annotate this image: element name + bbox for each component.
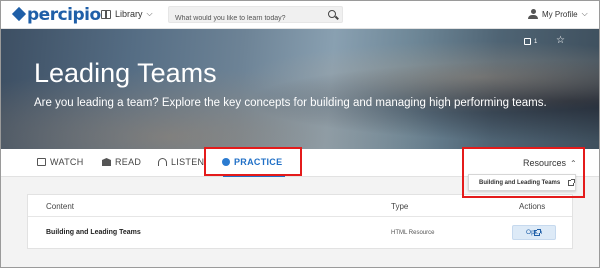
tab-label: LISTEN xyxy=(171,157,205,167)
thumbs-up-icon xyxy=(524,38,531,45)
hero-banner: 1 ☆ Leading Teams Are you leading a team… xyxy=(1,29,599,149)
chevron-down-icon: ⌵ xyxy=(146,9,153,18)
star-icon[interactable]: ☆ xyxy=(556,35,565,46)
page-description: Are you leading a team? Explore the key … xyxy=(34,97,547,109)
logo-diamond-icon xyxy=(11,6,27,22)
tab-read[interactable]: READ xyxy=(102,157,141,167)
row-type: HTML Resource xyxy=(391,230,435,236)
row-content: Building and Leading Teams xyxy=(46,229,141,236)
table-row: Building and Leading Teams HTML Resource… xyxy=(28,217,572,249)
column-header-content: Content xyxy=(46,202,75,211)
logo-text: percipio xyxy=(27,5,101,25)
search-icon[interactable] xyxy=(328,10,336,18)
library-label: Library xyxy=(115,9,143,19)
profile-label: My Profile xyxy=(542,9,578,19)
column-header-type: Type xyxy=(391,202,409,211)
profile-menu[interactable]: My Profile ⌵ xyxy=(528,9,588,19)
table-header: Content Type Actions xyxy=(28,195,572,217)
tab-label: WATCH xyxy=(50,157,84,167)
tab-watch[interactable]: WATCH xyxy=(37,157,84,167)
percipio-logo[interactable]: percipio xyxy=(11,4,101,26)
like-button[interactable]: 1 xyxy=(524,38,537,45)
user-icon xyxy=(528,9,538,19)
app-frame: percipio Library ⌵ My Profile ⌵ 1 ☆ Lead… xyxy=(0,0,600,268)
resources-highlight xyxy=(462,147,585,198)
external-link-icon xyxy=(533,228,541,236)
resources-table: Content Type Actions Building and Leadin… xyxy=(27,194,573,249)
headphones-icon xyxy=(158,158,167,166)
book-icon xyxy=(102,158,111,166)
video-icon xyxy=(37,158,46,166)
search-input[interactable] xyxy=(169,11,319,26)
tab-listen[interactable]: LISTEN xyxy=(158,157,204,167)
page-title: Leading Teams xyxy=(34,58,217,88)
top-navigation-bar: percipio Library ⌵ My Profile ⌵ xyxy=(1,1,599,29)
search-box xyxy=(168,6,343,26)
chevron-down-icon: ⌵ xyxy=(581,9,588,18)
column-header-actions: Actions xyxy=(519,202,546,211)
hero-background-image xyxy=(1,29,599,149)
tab-label: READ xyxy=(115,157,142,167)
practice-tab-highlight xyxy=(204,147,302,176)
open-button[interactable]: Open xyxy=(512,225,556,240)
library-icon xyxy=(101,9,111,19)
library-menu[interactable]: Library ⌵ xyxy=(101,9,153,19)
like-count: 1 xyxy=(534,38,538,45)
